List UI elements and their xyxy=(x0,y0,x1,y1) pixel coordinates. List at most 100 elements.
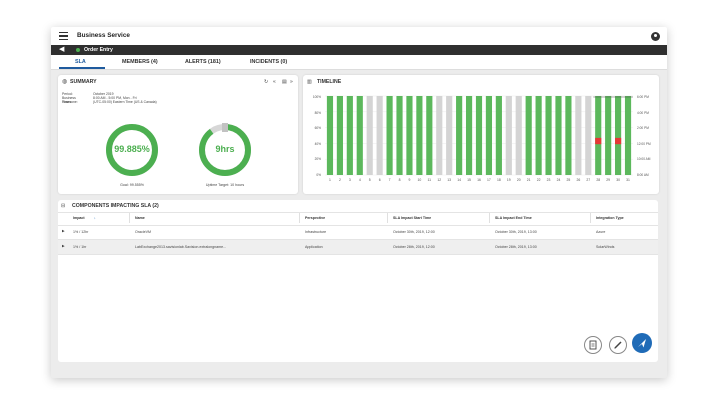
row-start: October 30th, 2019, 12:00 xyxy=(393,230,435,234)
timeline-day-label: 8 xyxy=(399,178,401,182)
timeline-day-label: 7 xyxy=(389,178,391,182)
timeline-day-label: 26 xyxy=(576,178,580,182)
row-perspective: Application xyxy=(305,245,323,249)
timeline-day-label: 10 xyxy=(417,178,421,182)
timeline-bar-day-16 xyxy=(475,96,483,175)
col-integration-type[interactable]: Integration Type xyxy=(596,216,624,220)
timeline-bar-day-3 xyxy=(346,96,353,175)
table-header: Impact ↓ Name Perspective SLA Impact Sta… xyxy=(58,212,658,226)
summary-timezone-value: (UTC-05:00) Eastern Time (US & Canada) xyxy=(93,100,157,104)
timeline-chart: 1 2 3 4 5 6 7 8 9 10 11 12 13 14 15 16 17 18 19 20 21 22 23 24 2… xyxy=(325,95,633,182)
timeline-day-label: 15 xyxy=(467,178,471,182)
first-period-icon[interactable]: « xyxy=(273,79,276,85)
timeline-day-label: 16 xyxy=(477,178,481,182)
page-title: Business Service xyxy=(77,32,130,39)
timeline-day-label: 22 xyxy=(537,178,541,182)
refresh-icon[interactable]: ↻ xyxy=(264,79,268,85)
entity-name: Order Entry xyxy=(84,46,113,53)
timeline-day-label: 27 xyxy=(586,178,590,182)
timeline-bar-day-13 xyxy=(446,96,453,175)
next-period-icon[interactable]: » xyxy=(290,79,293,85)
tab-bar: SLA MEMBERS (4) ALERTS (181) INCIDENTS (… xyxy=(51,55,667,70)
pdf-icon xyxy=(589,340,597,350)
timeline-day-label: 23 xyxy=(547,178,551,182)
timeline-bar-day-26 xyxy=(575,96,582,175)
navigate-button[interactable] xyxy=(632,333,652,353)
status-ok-icon xyxy=(76,48,80,52)
timeline-bar-day-6 xyxy=(376,96,383,175)
col-start-time[interactable]: SLA Impact Start Time xyxy=(393,216,431,220)
tab-incidents[interactable]: INCIDENTS (0) xyxy=(250,59,287,65)
top-bar: Business Service xyxy=(51,27,667,45)
row-name: LabExchange2013.savisionlab.Savision.ext… xyxy=(135,245,227,249)
timeline-bar-day-29 xyxy=(605,96,612,175)
row-end: October 28th, 2019, 13:00 xyxy=(495,245,537,249)
timeline-bar-day-15 xyxy=(465,96,473,175)
timeline-bar-day-14 xyxy=(456,96,463,175)
timeline-bar-day-2 xyxy=(336,96,343,175)
back-arrow-icon[interactable]: ◀ xyxy=(59,46,64,54)
col-perspective[interactable]: Perspective xyxy=(305,216,325,220)
timeline-bar-day-7 xyxy=(386,96,393,175)
timeline-day-label: 17 xyxy=(487,178,491,182)
sort-desc-icon[interactable]: ↓ xyxy=(94,216,96,220)
table-row[interactable]: ▶ 1% / 12hr OracleVM Infrastructure Octo… xyxy=(58,225,658,240)
row-integration: Azure xyxy=(596,230,606,234)
summary-card: ◍ SUMMARY ↻ « ▤ » Period: October 2019 B… xyxy=(58,75,298,194)
timeline-bar-day-25 xyxy=(565,96,572,175)
row-start: October 28th, 2019, 12:00 xyxy=(393,245,435,249)
hamburger-menu-icon[interactable] xyxy=(59,32,68,41)
tab-sla[interactable]: SLA xyxy=(75,59,86,65)
uptime-target-marker xyxy=(222,123,228,132)
summary-title: SUMMARY xyxy=(70,79,97,85)
timeline-day-label: 2 xyxy=(339,178,341,182)
app-window: Business Service ◀ Order Entry SLA MEMBE… xyxy=(51,27,667,378)
timeline-day-label: 3 xyxy=(349,178,351,182)
summary-icon: ◍ xyxy=(62,79,68,85)
col-name[interactable]: Name xyxy=(135,216,145,220)
timeline-day-label: 31 xyxy=(626,178,630,182)
tab-members[interactable]: MEMBERS (4) xyxy=(122,59,158,65)
timeline-day-label: 29 xyxy=(606,178,610,182)
timeline-day-label: 6 xyxy=(379,178,381,182)
user-avatar-icon[interactable] xyxy=(651,32,660,41)
navigation-arrow-icon xyxy=(638,339,646,348)
timeline-bar-day-5 xyxy=(366,96,373,175)
calendar-icon[interactable]: ▤ xyxy=(282,79,287,85)
timeline-bar-day-28 xyxy=(595,96,602,175)
timeline-day-label: 20 xyxy=(517,178,521,182)
timeline-day-label: 4 xyxy=(359,178,361,182)
entity-bar: ◀ Order Entry xyxy=(51,45,667,55)
timeline-bar-day-12 xyxy=(436,96,443,175)
timeline-day-label: 12 xyxy=(437,178,441,182)
timeline-day-label: 13 xyxy=(447,178,451,182)
timeline-bar-day-18 xyxy=(495,96,502,175)
edit-button[interactable] xyxy=(609,336,627,354)
timeline-bar-day-27 xyxy=(585,96,592,175)
timeline-day-label: 1 xyxy=(329,178,331,182)
timeline-day-label: 25 xyxy=(567,178,571,182)
col-impact[interactable]: Impact xyxy=(73,216,85,220)
table-row[interactable]: ▶ 1% / 1hr LabExchange2013.savisionlab.S… xyxy=(58,240,658,255)
summary-timezone-key: Timezone: xyxy=(62,100,78,104)
timeline-bar-day-23 xyxy=(545,96,552,175)
layers-icon: ⊟ xyxy=(61,203,66,209)
timeline-card: ▥ TIMELINE 100% 80% 60% 40% 20% 0% 6:00 … xyxy=(303,75,659,194)
timeline-bar-day-22 xyxy=(535,96,542,175)
row-impact: 1% / 12hr xyxy=(73,230,89,234)
expand-row-icon[interactable]: ▶ xyxy=(62,244,65,248)
row-perspective: Infrastructure xyxy=(305,230,327,234)
uptime-value: 9hrs xyxy=(215,144,235,154)
pencil-icon xyxy=(614,341,622,349)
tab-alerts[interactable]: ALERTS (181) xyxy=(185,59,221,65)
row-name: OracleVM xyxy=(135,230,151,234)
expand-row-icon[interactable]: ▶ xyxy=(62,229,65,233)
timeline-bar-day-21 xyxy=(525,96,532,175)
timeline-day-label: 18 xyxy=(497,178,501,182)
timeline-bar-day-4 xyxy=(356,96,363,175)
pdf-export-button[interactable] xyxy=(584,336,602,354)
timeline-day-label: 14 xyxy=(457,178,461,182)
timeline-day-label: 11 xyxy=(428,178,432,182)
col-end-time[interactable]: SLA Impact End Time xyxy=(495,216,532,220)
row-end: October 30th, 2019, 13:00 xyxy=(495,230,537,234)
